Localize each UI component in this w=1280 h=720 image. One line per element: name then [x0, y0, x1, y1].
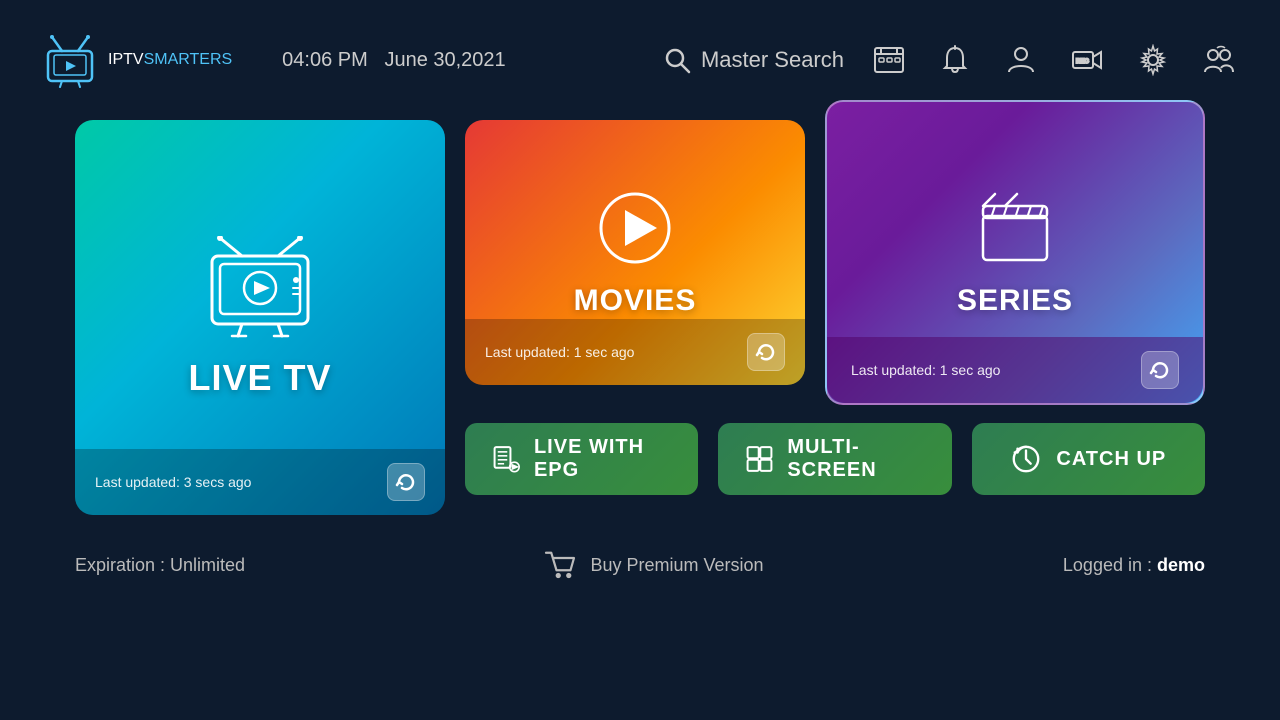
movies-footer: Last updated: 1 sec ago: [465, 319, 805, 385]
series-card[interactable]: SERIES Last updated: 1 sec ago: [825, 100, 1205, 405]
live-epg-button[interactable]: LIVE WITH EPG: [465, 423, 698, 495]
refresh-icon-movies: [755, 341, 777, 363]
record-icon: REC: [1071, 44, 1103, 76]
expiration-text: Expiration : Unlimited: [75, 555, 245, 576]
movies-refresh-button[interactable]: [747, 333, 785, 371]
movies-card[interactable]: MOVIES Last updated: 1 sec ago: [465, 120, 805, 385]
bell-icon: [939, 44, 971, 76]
series-icon: [975, 188, 1055, 268]
series-label: SERIES: [957, 284, 1073, 318]
settings-icon: [1137, 44, 1169, 76]
multi-screen-button[interactable]: MULTI-SCREEN: [718, 423, 951, 495]
series-footer: Last updated: 1 sec ago: [827, 337, 1203, 403]
logo-icon: [40, 33, 100, 88]
header-right: Master Search: [663, 39, 1240, 81]
top-right-row: MOVIES Last updated: 1 sec ago: [465, 120, 1205, 405]
time: 04:06 PM: [282, 49, 368, 71]
user-button[interactable]: [1000, 39, 1042, 81]
cards-row: LIVE TV Last updated: 3 secs ago: [75, 120, 1205, 515]
live-tv-footer: Last updated: 3 secs ago: [75, 449, 445, 515]
live-tv-refresh-button[interactable]: [387, 463, 425, 501]
live-epg-label: LIVE WITH EPG: [534, 436, 670, 482]
notifications-button[interactable]: [934, 39, 976, 81]
refresh-icon: [395, 471, 417, 493]
multiuser-button[interactable]: [1198, 39, 1240, 81]
settings-button[interactable]: [1132, 39, 1174, 81]
epg-button[interactable]: [868, 39, 910, 81]
search-icon: [663, 46, 691, 74]
catch-up-icon: [1010, 443, 1042, 475]
date: June 30,2021: [384, 49, 505, 71]
refresh-icon-series: [1149, 359, 1171, 381]
movies-updated: Last updated: 1 sec ago: [485, 344, 634, 360]
action-buttons-row: LIVE WITH EPG MULTI-SCREEN: [465, 423, 1205, 495]
catch-up-button[interactable]: CATCH UP: [972, 423, 1205, 495]
logo-smarters: SMARTERS: [144, 51, 233, 68]
user-icon: [1005, 44, 1037, 76]
main-content: LIVE TV Last updated: 3 secs ago: [0, 120, 1280, 515]
movies-icon: [595, 188, 675, 268]
live-tv-label: LIVE TV: [188, 357, 331, 399]
logo-iptv: IPTV: [108, 51, 144, 68]
multi-screen-icon: [746, 443, 773, 475]
footer: Expiration : Unlimited Buy Premium Versi…: [0, 533, 1280, 579]
live-tv-card[interactable]: LIVE TV Last updated: 3 secs ago: [75, 120, 445, 515]
logged-in-label: Logged in :: [1063, 555, 1157, 575]
live-tv-icon: [200, 236, 320, 341]
search-button[interactable]: Master Search: [663, 46, 844, 74]
live-epg-icon: [493, 443, 520, 475]
multiuser-icon: [1203, 44, 1235, 76]
epg-icon: [873, 44, 905, 76]
datetime: 04:06 PM June 30,2021: [282, 49, 506, 72]
catch-up-label: CATCH UP: [1056, 448, 1166, 471]
logo-text: IPTVSMARTERS: [108, 51, 232, 69]
svg-text:REC: REC: [1076, 59, 1089, 65]
logo: IPTVSMARTERS: [40, 33, 232, 88]
search-label: Master Search: [701, 47, 844, 73]
buy-premium-text: Buy Premium Version: [590, 555, 763, 576]
series-refresh-button[interactable]: [1141, 351, 1179, 389]
live-tv-updated: Last updated: 3 secs ago: [95, 474, 251, 490]
logged-in-info: Logged in : demo: [1063, 555, 1205, 576]
record-button[interactable]: REC: [1066, 39, 1108, 81]
multi-screen-label: MULTI-SCREEN: [787, 436, 923, 482]
cart-icon: [544, 551, 576, 579]
right-column: MOVIES Last updated: 1 sec ago: [465, 120, 1205, 495]
logged-in-user: demo: [1157, 555, 1205, 575]
series-updated: Last updated: 1 sec ago: [851, 362, 1000, 378]
movies-label: MOVIES: [574, 284, 697, 318]
buy-premium-button[interactable]: Buy Premium Version: [544, 551, 763, 579]
